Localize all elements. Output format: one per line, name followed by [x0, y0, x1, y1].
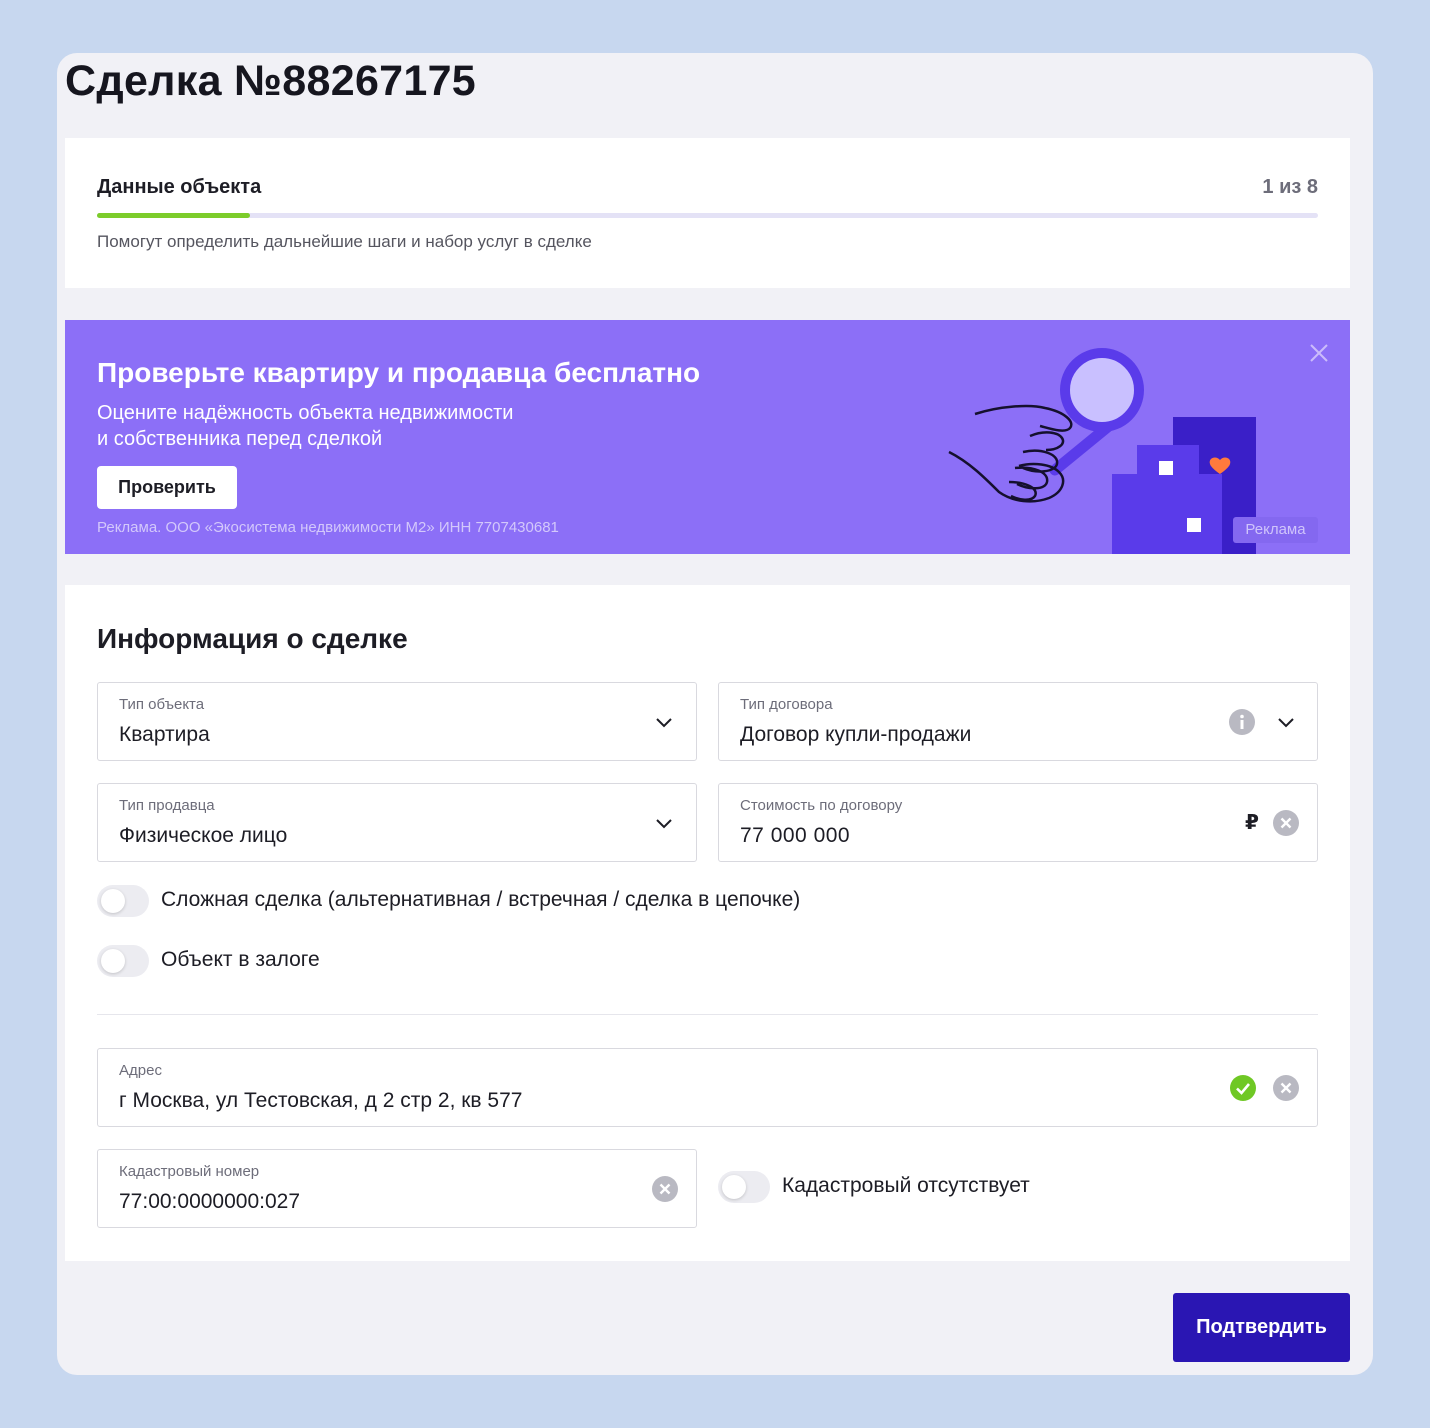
promo-title: Проверьте квартиру и продавца бесплатно: [97, 357, 701, 388]
confirm-button[interactable]: Подтвердить: [1173, 1293, 1350, 1362]
close-icon[interactable]: [1308, 342, 1330, 364]
promo-banner: Проверьте квартиру и продавца бесплатно …: [65, 320, 1350, 554]
currency-label: ₽: [1245, 812, 1259, 834]
deal-window: Сделка №88267175 Данные объекта 1 из 8 П…: [57, 53, 1373, 1375]
address-input[interactable]: Адрес г Москва, ул Тестовская, д 2 стр 2…: [97, 1048, 1318, 1127]
field-label: Тип договора: [740, 696, 833, 713]
field-value: Договор купли-продажи: [740, 723, 972, 746]
chevron-down-icon[interactable]: [655, 817, 673, 829]
page-title: Сделка №88267175: [65, 57, 477, 105]
toggle-label: Кадастровый отсутствует: [782, 1174, 1030, 1197]
section-title: Информация о сделке: [97, 623, 408, 654]
field-label: Стоимость по договору: [740, 797, 903, 814]
chevron-down-icon[interactable]: [1277, 716, 1295, 728]
divider: [97, 1014, 1318, 1015]
cadastral-missing-toggle[interactable]: [718, 1171, 770, 1203]
field-label: Тип объекта: [119, 696, 205, 713]
ad-label: Реклама: [1233, 517, 1318, 543]
field-value: г Москва, ул Тестовская, д 2 стр 2, кв 5…: [119, 1089, 523, 1112]
seller-type-select[interactable]: Тип продавца Физическое лицо: [97, 783, 697, 862]
step-title: Данные объекта: [97, 176, 262, 198]
clear-icon[interactable]: [652, 1176, 678, 1202]
promo-text: Оцените надёжность объекта недвижимости …: [97, 400, 617, 452]
toggle-knob: [722, 1175, 746, 1199]
check-button[interactable]: Проверить: [97, 466, 237, 509]
field-label: Тип продавца: [119, 797, 215, 814]
step-card: Данные объекта 1 из 8 Помогут определить…: [65, 138, 1350, 288]
clear-icon[interactable]: [1273, 810, 1299, 836]
step-subtitle: Помогут определить дальнейшие шаги и наб…: [97, 232, 592, 251]
toggle-knob: [101, 889, 125, 913]
field-value: 77:00:0000000:027: [119, 1190, 301, 1213]
field-value: 77 000 000: [740, 824, 851, 847]
deal-info-card: Информация о сделке Тип объекта Квартира…: [65, 585, 1350, 1261]
field-label: Кадастровый номер: [119, 1163, 260, 1180]
step-progress-fill: [97, 213, 250, 218]
check-circle-icon: [1230, 1075, 1256, 1101]
toggle-label: Объект в залоге: [161, 948, 320, 971]
field-label: Адрес: [119, 1062, 162, 1079]
field-value: Физическое лицо: [119, 824, 288, 847]
price-input[interactable]: Стоимость по договору 77 000 000 ₽: [718, 783, 1318, 862]
field-value: Квартира: [119, 723, 210, 746]
promo-text-line: Оцените надёжность объекта недвижимости: [97, 402, 514, 424]
toggle-knob: [101, 949, 125, 973]
clear-icon[interactable]: [1273, 1075, 1299, 1101]
info-icon[interactable]: [1229, 709, 1255, 735]
step-counter: 1 из 8: [1262, 176, 1318, 198]
complex-deal-toggle[interactable]: [97, 885, 149, 917]
contract-type-select[interactable]: Тип договора Договор купли-продажи: [718, 682, 1318, 761]
object-type-select[interactable]: Тип объекта Квартира: [97, 682, 697, 761]
promo-legal-text: Реклама. ООО «Экосистема недвижимости М2…: [97, 519, 559, 536]
toggle-label: Сложная сделка (альтернативная / встречн…: [161, 888, 801, 911]
promo-text-line: и собственника перед сделкой: [97, 428, 383, 450]
chevron-down-icon[interactable]: [655, 716, 673, 728]
cadastral-number-input[interactable]: Кадастровый номер 77:00:0000000:027: [97, 1149, 697, 1228]
step-progress-bar: [97, 213, 1318, 218]
pledge-toggle[interactable]: [97, 945, 149, 977]
